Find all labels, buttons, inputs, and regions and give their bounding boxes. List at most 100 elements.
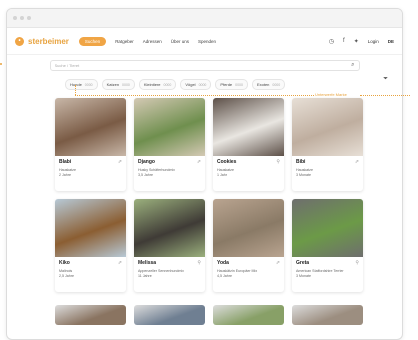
filter-chips: Hunde 0000 Katzen 0000 Kleintiere 0000 Vögel 00…: [65, 79, 402, 90]
animal-name: Greta: [296, 260, 310, 266]
annotation-line: [360, 95, 410, 96]
animal-card[interactable]: Bibi ⇗ Hauskatze 3 Monate: [292, 98, 363, 191]
pin-icon[interactable]: ⚲: [197, 260, 201, 266]
window-dot: [27, 16, 31, 20]
animal-photo[interactable]: [55, 199, 126, 257]
filter-chip-label: Katzen: [106, 82, 120, 87]
animal-age: 3 Monate: [296, 173, 311, 177]
nav-item-adressen[interactable]: Adressen: [143, 39, 162, 44]
animal-grid: Blabi ⇗ Hauskatze 2 Jahre Django ⇗ Husky Schäf…: [55, 98, 363, 292]
animal-breed: Malinois: [59, 269, 73, 273]
filter-chip-count: 0000: [84, 82, 93, 87]
search-icon[interactable]: ⌕: [351, 62, 354, 69]
card-body: Yoda ⇗ Hauskätzin Europäer Mix 4,5 Jahre: [213, 257, 284, 281]
animal-breed: Hauskatze: [296, 168, 313, 172]
animal-age: 2 Jahre: [59, 173, 71, 177]
pin-icon[interactable]: ⚲: [355, 260, 359, 266]
animal-breed: Appenzeller Sennenhundmix: [138, 269, 184, 273]
filter-chip-label: Kleintiere: [143, 82, 161, 87]
animal-photo[interactable]: [134, 98, 205, 156]
animal-name: Melissa: [138, 260, 157, 266]
twitter-icon[interactable]: ✦: [354, 38, 359, 45]
facebook-icon[interactable]: f: [343, 38, 345, 44]
filter-chip[interactable]: Hunde 0000: [65, 79, 98, 90]
animal-photo[interactable]: [213, 199, 284, 257]
search-wrap: ⌕: [7, 60, 402, 71]
nav-item-ueber-uns[interactable]: Über uns: [171, 39, 189, 44]
top-navbar: • sterbeimer Suchen Ratgeber Adressen Üb…: [7, 28, 402, 55]
animal-breed: Hauskatze: [59, 168, 76, 172]
filter-icon[interactable]: ⏷: [383, 76, 388, 83]
card-body: Bibi ⇗ Hauskatze 3 Monate: [292, 156, 363, 180]
filter-chip[interactable]: Vögel 0000: [180, 79, 212, 90]
animal-grid-next-row: [55, 305, 363, 325]
animal-card[interactable]: Kiko ⇗ Malinois 2,5 Jahre: [55, 199, 126, 292]
animal-name: Yoda: [217, 260, 229, 266]
logo[interactable]: • sterbeimer: [15, 36, 69, 46]
nav-item-ratgeber[interactable]: Ratgeber: [115, 39, 134, 44]
share-icon[interactable]: ⇗: [118, 159, 122, 165]
animal-card[interactable]: Blabi ⇗ Hauskatze 2 Jahre: [55, 98, 126, 191]
share-icon[interactable]: ⇗: [276, 260, 280, 266]
card-body: Melissa ⚲ Appenzeller Sennenhundmix 11 Jahr…: [134, 257, 205, 281]
filter-chip[interactable]: Exoten 0000: [251, 79, 286, 90]
annotation-line: [75, 95, 314, 96]
window-dot: [13, 16, 17, 20]
nav-item-spenden[interactable]: Spenden: [198, 39, 216, 44]
logo-text: sterbeimer: [28, 36, 69, 46]
search-input[interactable]: [54, 63, 352, 68]
animal-card[interactable]: Cookies ⚲ Hauskatze 1 Jahr: [213, 98, 284, 191]
window-dot: [20, 16, 24, 20]
animal-photo[interactable]: [292, 98, 363, 156]
filter-chip[interactable]: Pferde 0000: [215, 79, 248, 90]
animal-card[interactable]: Melissa ⚲ Appenzeller Sennenhundmix 11 Jahr…: [134, 199, 205, 292]
browser-chrome: [7, 9, 402, 28]
filter-chip-label: Exoten: [256, 82, 270, 87]
animal-name: Blabi: [59, 159, 72, 165]
animal-age: 4,5 Jahre: [217, 274, 232, 278]
filter-chip[interactable]: Katzen 0000: [101, 79, 135, 90]
animal-photo[interactable]: [55, 98, 126, 156]
login-link[interactable]: Login: [368, 39, 379, 44]
animal-card[interactable]: [292, 305, 363, 325]
animal-card[interactable]: Yoda ⇗ Hauskätzin Europäer Mix 4,5 Jahre: [213, 199, 284, 292]
animal-breed: American Staffordshire Terrier: [296, 269, 344, 273]
animal-card[interactable]: Greta ⚲ American Staffordshire Terrier 3 Mo…: [292, 199, 363, 292]
filter-chip-label: Vögel: [185, 82, 196, 87]
animal-name: Cookies: [217, 159, 237, 165]
animal-card[interactable]: [213, 305, 284, 325]
filter-chip-label: Pferde: [220, 82, 233, 87]
share-icon[interactable]: ⇗: [355, 159, 359, 165]
animal-card[interactable]: [55, 305, 126, 325]
logo-icon: •: [15, 36, 24, 46]
animal-card[interactable]: Django ⇗ Husky Schäferhundmix 3,5 Jahre: [134, 98, 205, 191]
language-switch[interactable]: DE: [388, 39, 394, 44]
animal-age: 3,5 Jahre: [138, 173, 153, 177]
nav-item-suchen[interactable]: Suchen: [78, 36, 107, 46]
share-icon[interactable]: ⇗: [118, 260, 122, 266]
animal-age: 1 Jahr: [217, 173, 227, 177]
animal-breed: Hauskatze: [217, 168, 234, 172]
annotation-tick: [75, 85, 76, 95]
animal-age: 3 Monate: [296, 274, 311, 278]
filter-chip-count: 0000: [198, 82, 207, 87]
animal-photo[interactable]: [213, 98, 284, 156]
filter-chip-count: 0000: [163, 82, 172, 87]
pin-icon[interactable]: ⚲: [276, 159, 280, 165]
animal-breed: Hauskätzin Europäer Mix: [217, 269, 258, 273]
nav-links: Suchen Ratgeber Adressen Über uns Spende…: [78, 36, 216, 46]
filter-chip[interactable]: Kleintiere 0000: [138, 79, 177, 90]
clock-icon[interactable]: ◷: [329, 38, 334, 45]
animal-name: Bibi: [296, 159, 306, 165]
animal-name: Kiko: [59, 260, 70, 266]
card-body: Greta ⚲ American Staffordshire Terrier 3 Mo…: [292, 257, 363, 281]
animal-name: Django: [138, 159, 155, 165]
search-bar[interactable]: ⌕: [49, 60, 360, 71]
share-icon[interactable]: ⇗: [197, 159, 201, 165]
annotation-marker: [0, 63, 2, 65]
animal-card[interactable]: [134, 305, 205, 325]
animal-photo[interactable]: [134, 199, 205, 257]
card-body: Blabi ⇗ Hauskatze 2 Jahre: [55, 156, 126, 180]
filter-chip-count: 0000: [122, 82, 130, 87]
animal-photo[interactable]: [292, 199, 363, 257]
